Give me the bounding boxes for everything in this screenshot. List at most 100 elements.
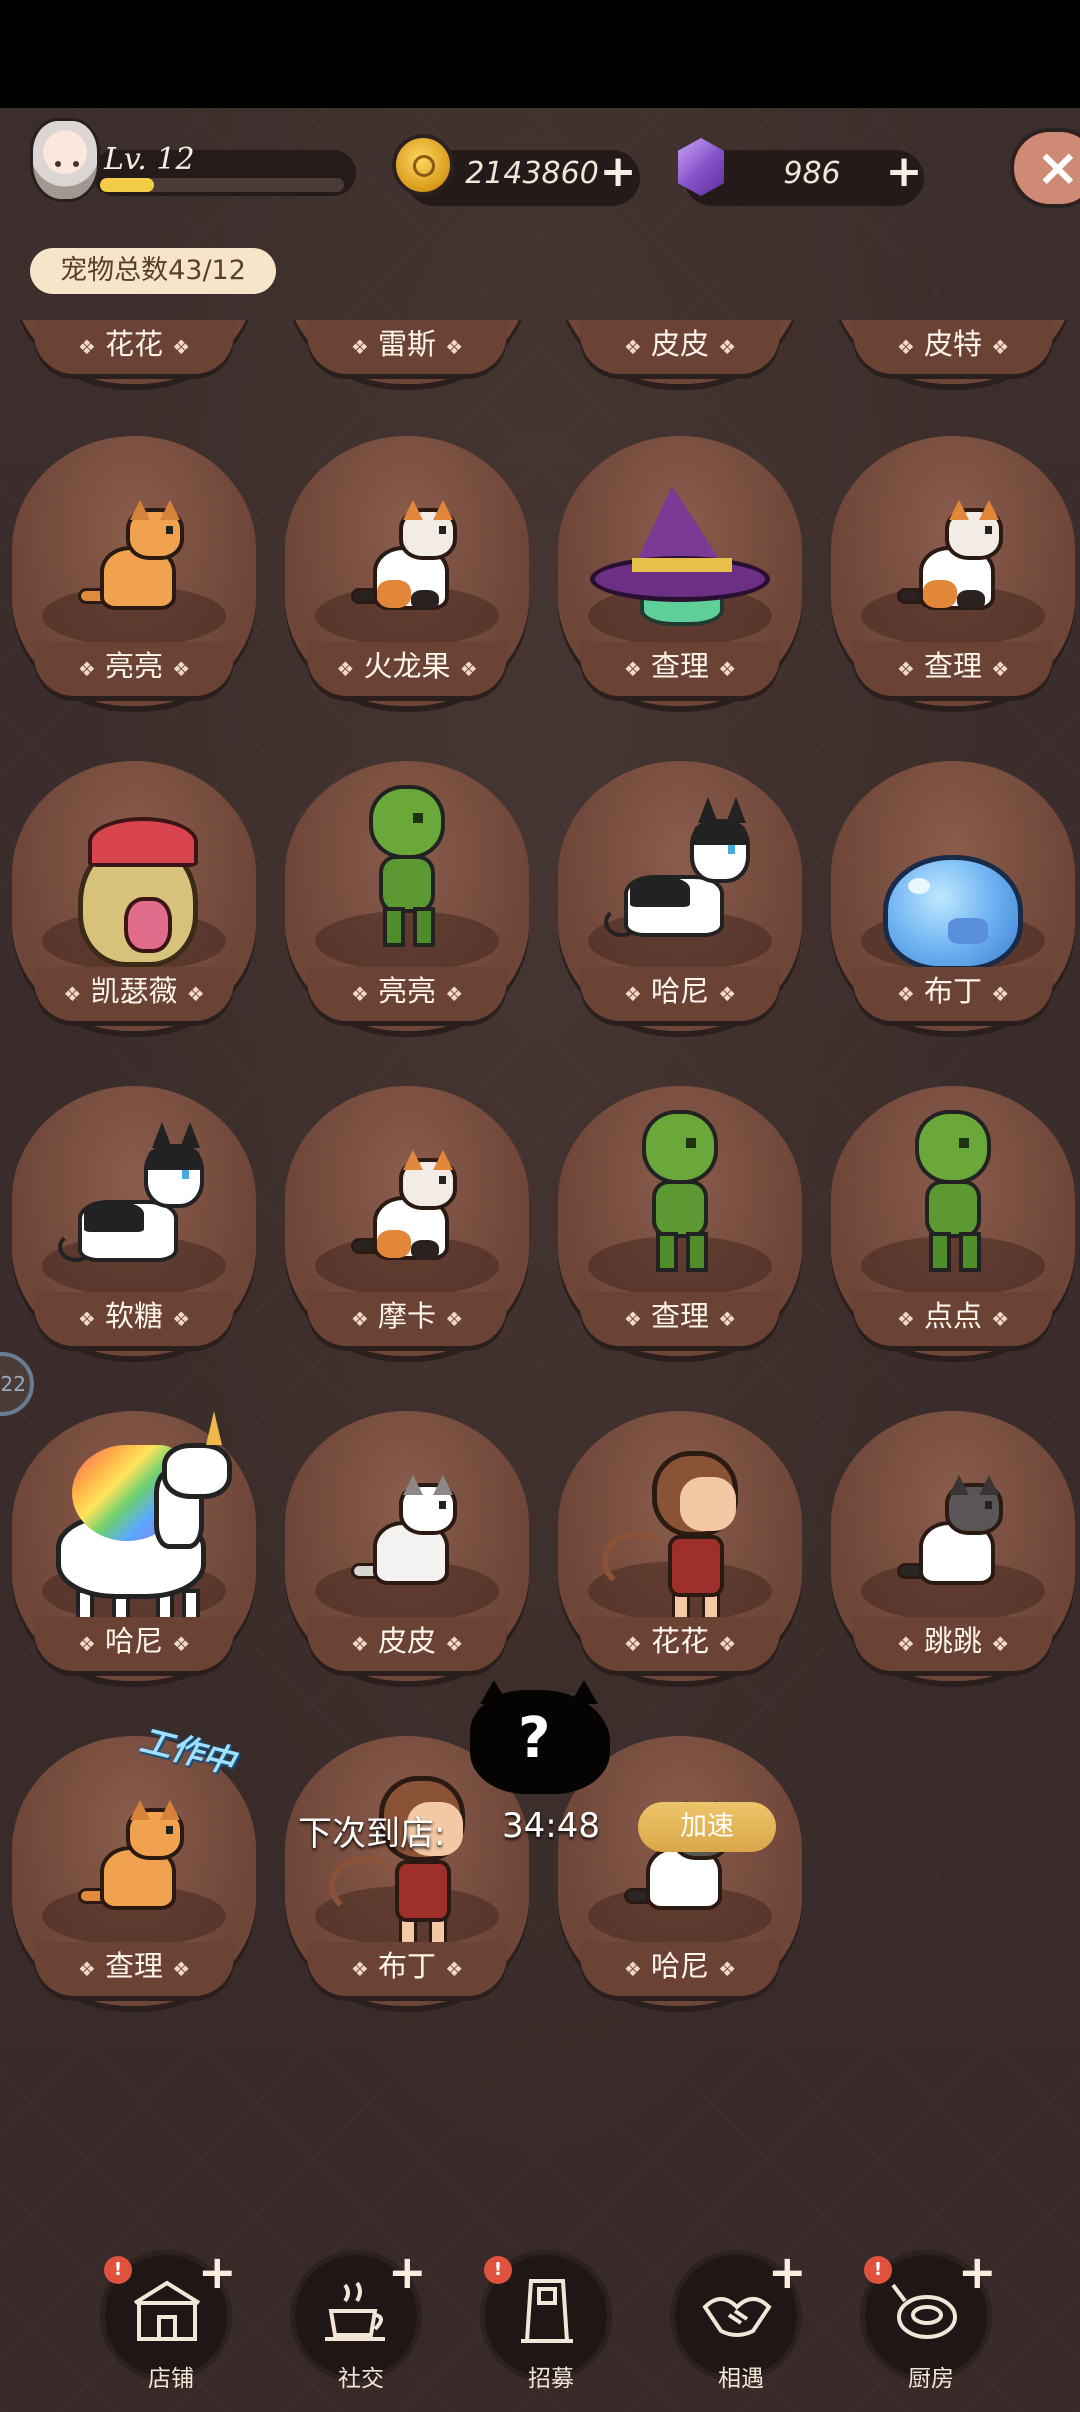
nav-label: 社交 [338,2366,384,2392]
green-goblin-sprite-part [929,1232,951,1272]
pet-name: 亮亮 [95,649,173,683]
pet-card[interactable]: ❖ 凯瑟薇 ❖ [12,761,256,1031]
pet-name-banner: ❖ 花花 ❖ [34,320,234,374]
banner-decoration: ❖ [991,657,1010,681]
banner-decoration: ❖ [718,1632,737,1656]
pet-name-banner: ❖ 皮皮 ❖ [580,320,780,374]
pet-card[interactable]: ❖ 软糖 ❖ [12,1086,256,1356]
spartan-helmet-sprite-part [124,897,172,953]
pet-name-banner: ❖ 点点 ❖ [853,1292,1053,1346]
banner-decoration: ❖ [172,1307,191,1331]
calico-cat-sprite-part [923,580,957,608]
banner-decoration: ❖ [445,1957,464,1981]
pet-name-banner: ❖ 摩卡 ❖ [307,1292,507,1346]
pet-card[interactable]: ❖ 哈尼 ❖ [558,761,802,1031]
husky-dog-sprite [604,797,764,951]
pet-card[interactable]: ❖ 查理 ❖ [558,436,802,706]
white-cat-sprite-part [439,1501,446,1509]
pet-card[interactable]: ❖ 哈尼 ❖ [12,1411,256,1681]
pet-name: 查理 [914,649,992,683]
calico-cat-sprite-part [377,580,411,608]
nav-plus-icon: + [388,2245,427,2299]
banner-decoration: ❖ [350,982,369,1006]
pet-card[interactable]: ❖ 皮皮 ❖ [285,1411,529,1681]
close-button[interactable]: × [1010,128,1080,208]
banner-decoration: ❖ [623,1632,642,1656]
pet-name-banner: ❖ 雷斯 ❖ [307,320,507,374]
calico-cat-sprite-part [433,500,453,520]
calico-cat-sprite-part [957,590,985,610]
calico-cat-sprite [897,500,1017,620]
orange-cat-sprite-part [130,1800,150,1820]
banner-decoration: ❖ [77,1307,96,1331]
pet-card[interactable]: ❖ 布丁 ❖ [831,761,1075,1031]
orange-cat-sprite [78,1800,198,1920]
add-gems-button[interactable]: + [884,150,924,194]
banner-decoration: ❖ [172,335,191,359]
banner-decoration: ❖ [459,657,478,681]
pet-card[interactable]: ❖ 查理 ❖ [831,436,1075,706]
pet-name-banner: ❖ 查理 ❖ [34,1942,234,1996]
pet-name: 雷斯 [368,327,446,361]
banner-decoration: ❖ [445,335,464,359]
banner-decoration: ❖ [623,1957,642,1981]
blue-slime-sprite [883,855,1023,971]
coin-icon [392,134,454,196]
pet-name-banner: ❖ 亮亮 ❖ [307,967,507,1021]
pet-card[interactable]: ❖ 查理 ❖ [558,1086,802,1356]
status-bar [0,0,1080,108]
pet-name-banner: ❖ 查理 ❖ [580,1292,780,1346]
pet-name-banner: ❖ 查理 ❖ [580,642,780,696]
pet-card[interactable]: ❖ 皮特 ❖ [831,320,1075,384]
husky-dog-sprite-part [630,877,690,907]
pet-name: 哈尼 [641,974,719,1008]
orange-cat-sprite-part [160,1800,180,1820]
banner-decoration: ❖ [896,982,915,1006]
pet-name-banner: ❖ 跳跳 ❖ [853,1617,1053,1671]
banner-decoration: ❖ [718,1307,737,1331]
green-goblin-sprite [616,1110,746,1280]
pet-card[interactable]: ❖ 点点 ❖ [831,1086,1075,1356]
pet-card[interactable]: ❖ 花花 ❖ [12,320,256,384]
pet-card[interactable]: ❖ 雷斯 ❖ [285,320,529,384]
pet-name-banner: ❖ 哈尼 ❖ [580,1942,780,1996]
banner-decoration: ❖ [350,1307,369,1331]
pet-name: 花花 [95,327,173,361]
pet-name: 哈尼 [95,1624,173,1658]
banner-decoration: ❖ [172,657,191,681]
player-avatar[interactable] [30,118,100,202]
orange-cat-sprite-part [166,526,173,534]
calico-cat-sprite-part [377,1230,411,1258]
alert-badge-icon: ! [104,2256,132,2284]
speed-up-button[interactable]: 加速 [638,1802,776,1852]
calico-cat-sprite-part [411,590,439,610]
banner-decoration: ❖ [77,657,96,681]
add-coins-button[interactable]: + [598,150,638,194]
banner-decoration: ❖ [350,1957,369,1981]
shop-icon [131,2277,203,2345]
gem-count: 986 [783,156,841,191]
husky-dog-sprite [58,1122,218,1276]
pet-card[interactable]: ❖ 皮皮 ❖ [558,320,802,384]
green-goblin-sprite-part [413,907,435,947]
pet-card[interactable]: ❖ 花花 ❖ [558,1411,802,1681]
husky-dog-sprite-part [180,1122,200,1148]
pet-name-banner: ❖ 花花 ❖ [580,1617,780,1671]
banner-decoration: ❖ [77,1957,96,1981]
pet-name-banner: ❖ 哈尼 ❖ [34,1617,234,1671]
nav-label: 相遇 [718,2366,764,2392]
banner-decoration: ❖ [623,1307,642,1331]
tuxedo-cat-sprite-part [985,1501,992,1509]
pet-card[interactable]: ❖ 亮亮 ❖ [12,436,256,706]
pet-card[interactable]: ❖ 摩卡 ❖ [285,1086,529,1356]
calico-cat-sprite-part [439,1176,446,1184]
pet-name: 哈尼 [641,1949,719,1983]
white-cat-sprite-part [433,1475,453,1495]
pet-card[interactable]: ❖ 火龙果 ❖ [285,436,529,706]
pet-card[interactable]: ❖ 跳跳 ❖ [831,1411,1075,1681]
pet-total-badge: 宠物总数43/12 [30,248,276,294]
banner-decoration: ❖ [991,1307,1010,1331]
handshake-icon [701,2277,773,2345]
banner-decoration: ❖ [350,1632,369,1656]
pet-card[interactable]: ❖ 亮亮 ❖ [285,761,529,1031]
